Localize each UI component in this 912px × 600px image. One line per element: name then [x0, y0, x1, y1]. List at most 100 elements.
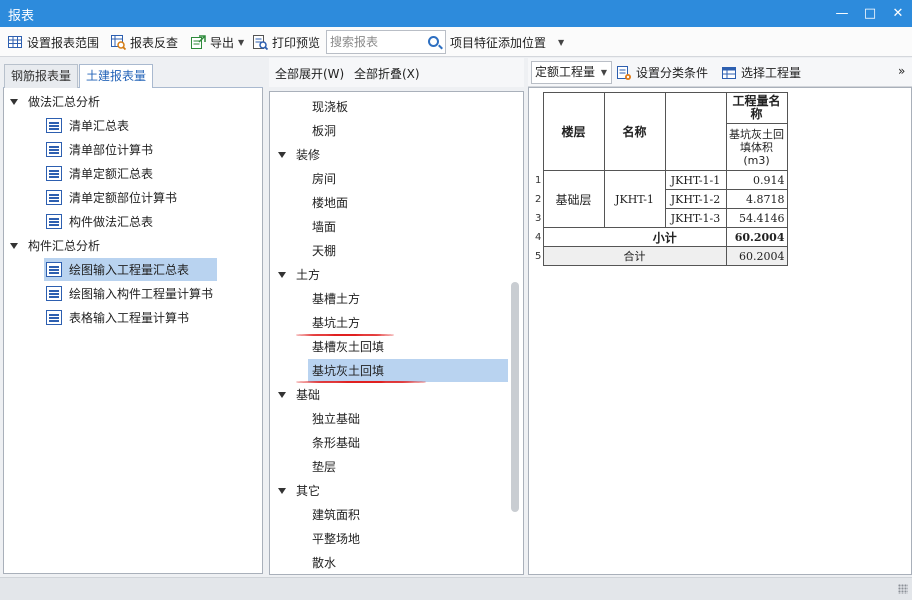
tree-item-report[interactable]: 绘图输入构件工程量计算书	[46, 282, 213, 305]
tree-item-component[interactable]: 平整场地	[308, 527, 360, 550]
tree-item-component[interactable]: 散水	[308, 551, 336, 574]
component-tree: 现浇板 板洞 装修 房间楼地面墙面天棚土方基槽土方 基坑土方 基槽灰土回填 基坑灰土回填 基础…	[269, 91, 524, 575]
quota-quantity-select[interactable]: 定额工程量 ▼	[531, 61, 612, 84]
tree-item-report[interactable]: 表格输入工程量计算书	[46, 306, 189, 329]
search-report-box	[326, 30, 446, 54]
expand-triangle-icon[interactable]	[10, 242, 18, 249]
tree-category[interactable]: 装修	[278, 143, 320, 166]
report-list-tree: 做法汇总分析 清单汇总表 清单部位计算书 清单定额汇总表 清单定额部位计算书 构…	[3, 88, 263, 574]
tab-civil-report[interactable]: 土建报表量	[79, 64, 154, 89]
component-tree-scrollbar[interactable]	[511, 282, 519, 512]
tree-item-label: 独立基础	[312, 412, 361, 426]
cell-total-value[interactable]: 60.2004	[725, 246, 788, 266]
tree-item-component[interactable]: 墙面	[308, 215, 336, 238]
cell-quantity[interactable]: 54.4146	[725, 208, 788, 228]
tree-item-component[interactable]: 楼地面	[308, 191, 348, 214]
column-header-floor: 楼层	[542, 92, 605, 171]
tree-item-label: 楼地面	[312, 196, 349, 210]
cell-component-id[interactable]: JKHT-1-2	[664, 189, 727, 209]
tree-item-component[interactable]: 垫层	[308, 455, 336, 478]
tree-item-label: 天棚	[312, 244, 337, 258]
tree-category[interactable]: 土方	[278, 263, 320, 286]
export-button[interactable]: 导出 ▼	[190, 27, 244, 57]
tree-category[interactable]: 其它	[278, 479, 320, 502]
tree-item-report[interactable]: 构件做法汇总表	[46, 210, 153, 233]
tree-item-label: 散水	[312, 556, 337, 570]
tree-item-component[interactable]: 板洞	[308, 119, 336, 142]
cell-component-id[interactable]: JKHT-1-1	[664, 170, 727, 190]
tree-group-component-summary[interactable]: 构件汇总分析	[10, 234, 100, 257]
cell-component-id[interactable]: JKHT-1-3	[664, 208, 727, 228]
tree-group-method-summary[interactable]: 做法汇总分析	[10, 90, 100, 113]
cell-total-label: 合计	[542, 246, 727, 266]
cell-name[interactable]: JKHT-1	[603, 170, 666, 228]
column-header-name: 名称	[603, 92, 666, 171]
search-report-input[interactable]	[330, 33, 424, 51]
subtotal-spacer	[542, 227, 604, 247]
tree-item-component-selected[interactable]: 基坑灰土回填	[308, 359, 508, 382]
cell-quantity[interactable]: 0.914	[725, 170, 788, 190]
window-title: 报表	[8, 9, 35, 24]
tree-item-label: 其它	[296, 484, 321, 498]
column-header-blank	[664, 92, 727, 171]
tree-group-label: 做法汇总分析	[28, 95, 101, 109]
expand-all-button[interactable]: 全部展开(W)	[275, 65, 344, 82]
toolbar-overflow-icon[interactable]: »	[898, 64, 905, 78]
print-preview-label: 打印预览	[272, 35, 321, 50]
tree-item-label: 平整场地	[312, 532, 361, 546]
tree-item-component[interactable]: 独立基础	[308, 407, 360, 430]
tree-item-label: 条形基础	[312, 436, 361, 450]
tree-item-component[interactable]: 条形基础	[308, 431, 360, 454]
tree-item-label: 构件做法汇总表	[69, 215, 154, 229]
feature-position-dropdown[interactable]: 项目特征添加位置 ▼	[450, 27, 564, 57]
tree-category[interactable]: 基础	[278, 383, 320, 406]
cell-quantity[interactable]: 4.8718	[725, 189, 788, 209]
minimize-button[interactable]: —	[828, 0, 856, 27]
chevron-down-icon: ▼	[558, 37, 565, 47]
tree-item-label: 土方	[296, 268, 321, 282]
expand-triangle-icon[interactable]	[278, 391, 286, 398]
tree-item-report[interactable]: 清单定额汇总表	[46, 162, 153, 185]
tree-item-component[interactable]: 基槽土方	[308, 287, 360, 310]
tab-rebar-report[interactable]: 钢筋报表量	[4, 64, 79, 88]
report-reverse-check-button[interactable]: 报表反查	[110, 27, 178, 57]
cell-subtotal-value[interactable]: 60.2004	[725, 227, 788, 247]
tree-item-report[interactable]: 清单汇总表	[46, 114, 129, 137]
tree-item-component[interactable]: 基坑土方	[308, 311, 360, 334]
expand-triangle-icon[interactable]	[278, 151, 286, 158]
cell-floor[interactable]: 基础层	[542, 170, 605, 228]
tree-item-report-selected[interactable]: 绘图输入工程量汇总表	[44, 258, 217, 281]
close-button[interactable]: ✕	[884, 0, 912, 27]
select-quantity-button[interactable]: 选择工程量	[721, 58, 801, 87]
left-panel: 钢筋报表量 土建报表量 做法汇总分析 清单汇总表 清单部位计算书 清单定额汇总表…	[3, 58, 263, 574]
set-report-range-button[interactable]: 设置报表范围	[7, 27, 99, 57]
expand-triangle-icon[interactable]	[278, 271, 286, 278]
report-document-icon	[46, 286, 62, 301]
red-underline-annotation	[296, 334, 394, 336]
print-preview-button[interactable]: 打印预览	[252, 27, 320, 57]
tree-item-label: 建筑面积	[312, 508, 361, 522]
tree-item-component[interactable]: 基槽灰土回填	[308, 335, 384, 358]
expand-triangle-icon[interactable]	[278, 487, 286, 494]
collapse-all-button[interactable]: 全部折叠(X)	[354, 65, 420, 82]
set-category-button[interactable]: 设置分类条件	[616, 58, 708, 87]
tree-item-component[interactable]: 建筑面积	[308, 503, 360, 526]
tree-item-label: 表格输入工程量计算书	[69, 311, 190, 325]
report-document-icon	[46, 190, 62, 205]
main-toolbar: 设置报表范围 报表反查 导出 ▼ 打印预览 项目特征添加位置 ▼	[0, 27, 912, 57]
maximize-button[interactable]: □	[856, 0, 884, 27]
expand-triangle-icon[interactable]	[10, 98, 18, 105]
tree-item-component[interactable]: 现浇板	[308, 95, 348, 118]
tree-item-component[interactable]: 房间	[308, 167, 336, 190]
tree-item-report[interactable]: 清单部位计算书	[46, 138, 153, 161]
column-header-quantity-name: 工程量名称	[725, 92, 788, 124]
tree-item-report[interactable]: 清单定额部位计算书	[46, 186, 177, 209]
set-category-label: 设置分类条件	[636, 66, 709, 80]
tree-item-component[interactable]: 天棚	[308, 239, 336, 262]
report-document-icon	[46, 142, 62, 157]
table-search-icon	[110, 34, 127, 51]
resize-grip-icon[interactable]	[898, 584, 908, 594]
search-icon[interactable]	[428, 36, 439, 47]
table-icon	[721, 65, 737, 81]
report-document-icon	[46, 118, 62, 133]
